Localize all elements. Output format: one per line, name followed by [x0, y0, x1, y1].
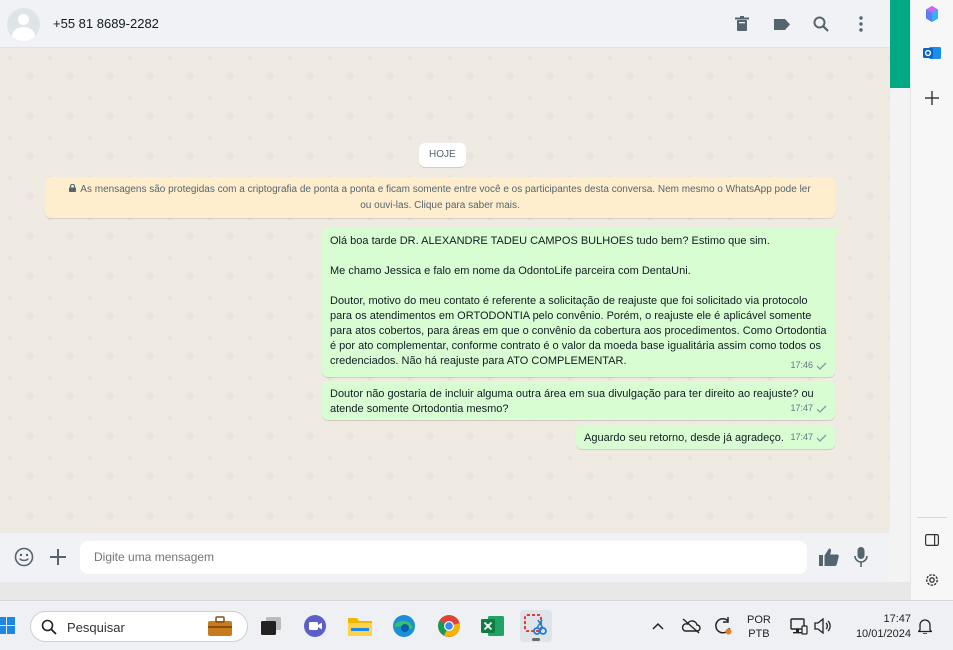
chrome-icon[interactable] [433, 610, 465, 642]
settings-gear-icon[interactable] [921, 569, 943, 591]
microphone-icon[interactable] [850, 546, 872, 568]
message-composer [0, 533, 890, 582]
briefcase-icon [207, 616, 233, 643]
taskbar-search-box[interactable]: Pesquisar [30, 611, 248, 642]
search-icon[interactable] [811, 14, 831, 34]
search-icon [41, 619, 57, 640]
desktop-gap [0, 582, 910, 600]
network-icon[interactable] [789, 615, 809, 637]
encryption-notice-text: As mensagens são protegidas com a cripto… [80, 184, 811, 211]
teams-meet-icon[interactable] [300, 610, 332, 642]
language-code: POR [747, 614, 771, 626]
message-meta: 17:47 [790, 430, 827, 445]
message-time: 17:46 [790, 360, 813, 370]
clock-date: 10/01/2024 [855, 628, 911, 640]
sent-check-icon [816, 434, 827, 442]
sent-check-icon [816, 362, 827, 370]
copilot-icon[interactable] [921, 3, 943, 25]
lock-icon [69, 182, 77, 198]
encryption-notice[interactable]: As mensagens são protegidas com a cripto… [45, 177, 835, 218]
search-box-label: Pesquisar [67, 620, 125, 635]
task-view-icon[interactable] [255, 610, 287, 642]
taskbar-clock[interactable]: 17:47 10/01/2024 [845, 612, 911, 642]
contact-avatar[interactable] [7, 8, 40, 41]
windows-taskbar: Pesquisar POR PTB 17:47 10/01/2024 [0, 600, 953, 650]
outgoing-message[interactable]: Olá boa tarde DR. ALEXANDRE TADEU CAMPOS… [322, 228, 841, 377]
contact-name[interactable]: +55 81 8689-2282 [53, 16, 159, 31]
message-input[interactable] [80, 541, 807, 574]
chat-header: +55 81 8689-2282 [0, 0, 890, 48]
chat-window: +55 81 8689-2282 HOJE As mensagens são p… [0, 0, 890, 582]
sidebar-divider [917, 517, 947, 518]
outgoing-message[interactable]: Aguardo seu retorno, desde já agradeço. … [576, 425, 835, 449]
input-language[interactable]: POR PTB [747, 613, 771, 641]
menu-kebab-icon[interactable] [851, 14, 871, 34]
message-time: 17:47 [790, 403, 813, 413]
outlook-icon[interactable] [921, 42, 943, 64]
emoji-icon[interactable] [13, 546, 35, 568]
message-meta: 17:46 [790, 358, 827, 373]
windows-start-icon[interactable] [0, 614, 18, 638]
message-text: Olá boa tarde DR. ALEXANDRE TADEU CAMPOS… [330, 235, 827, 367]
avatar-body-shape [12, 27, 35, 41]
scrollbar-thumb[interactable] [890, 0, 910, 88]
keyboard-layout: PTB [748, 628, 770, 640]
sent-check-icon [816, 405, 827, 413]
date-chip: HOJE [419, 143, 466, 167]
show-hidden-icons-chevron-icon[interactable] [650, 615, 666, 637]
edge-browser-icon[interactable] [388, 610, 420, 642]
browser-sidebar [910, 0, 953, 600]
outgoing-message[interactable]: Doutor não gostaria de incluir alguma ou… [322, 381, 835, 420]
file-explorer-icon[interactable] [344, 610, 376, 642]
trash-icon[interactable] [732, 14, 752, 34]
add-plus-icon[interactable] [921, 87, 943, 109]
clock-time: 17:47 [883, 613, 911, 625]
snipping-tool-icon[interactable] [520, 610, 552, 642]
volume-icon[interactable] [813, 615, 833, 637]
message-text: Doutor não gostaria de incluir alguma ou… [330, 388, 814, 415]
message-meta: 17:47 [790, 401, 827, 416]
excel-icon[interactable] [477, 610, 509, 642]
sync-update-icon[interactable] [712, 615, 734, 637]
avatar-head-shape [18, 14, 29, 25]
attach-plus-icon[interactable] [47, 546, 69, 568]
notification-bell-icon[interactable] [916, 615, 934, 637]
message-time: 17:47 [790, 432, 813, 442]
onedrive-offline-icon[interactable] [680, 615, 702, 637]
label-tag-icon[interactable] [772, 14, 792, 34]
thumbs-up-icon[interactable] [818, 546, 840, 568]
sidebar-toggle-icon[interactable] [921, 529, 943, 551]
